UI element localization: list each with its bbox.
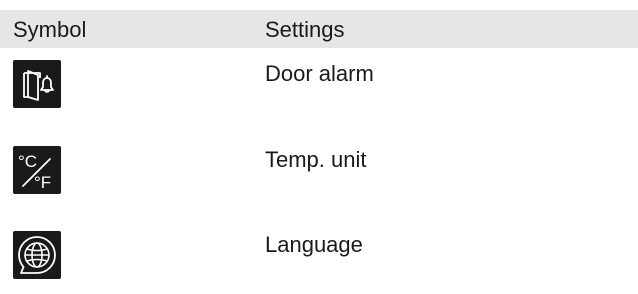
language-globe-icon [13, 231, 61, 279]
table-row-temp-unit: °C °F Temp. unit [0, 146, 638, 202]
table-header: Symbol Settings [0, 10, 638, 48]
door-alarm-icon [13, 60, 61, 108]
column-header-symbol: Symbol [13, 17, 87, 42]
setting-label: Temp. unit [265, 147, 367, 172]
temperature-unit-icon: °C °F [13, 146, 61, 194]
setting-label: Language [265, 232, 363, 257]
celsius-glyph: °C [18, 152, 37, 171]
setting-label: Door alarm [265, 61, 374, 86]
table-row-language: Language [0, 231, 638, 287]
table-row-door-alarm: Door alarm [0, 60, 638, 116]
fahrenheit-glyph: °F [34, 173, 51, 192]
column-header-settings: Settings [265, 17, 345, 42]
